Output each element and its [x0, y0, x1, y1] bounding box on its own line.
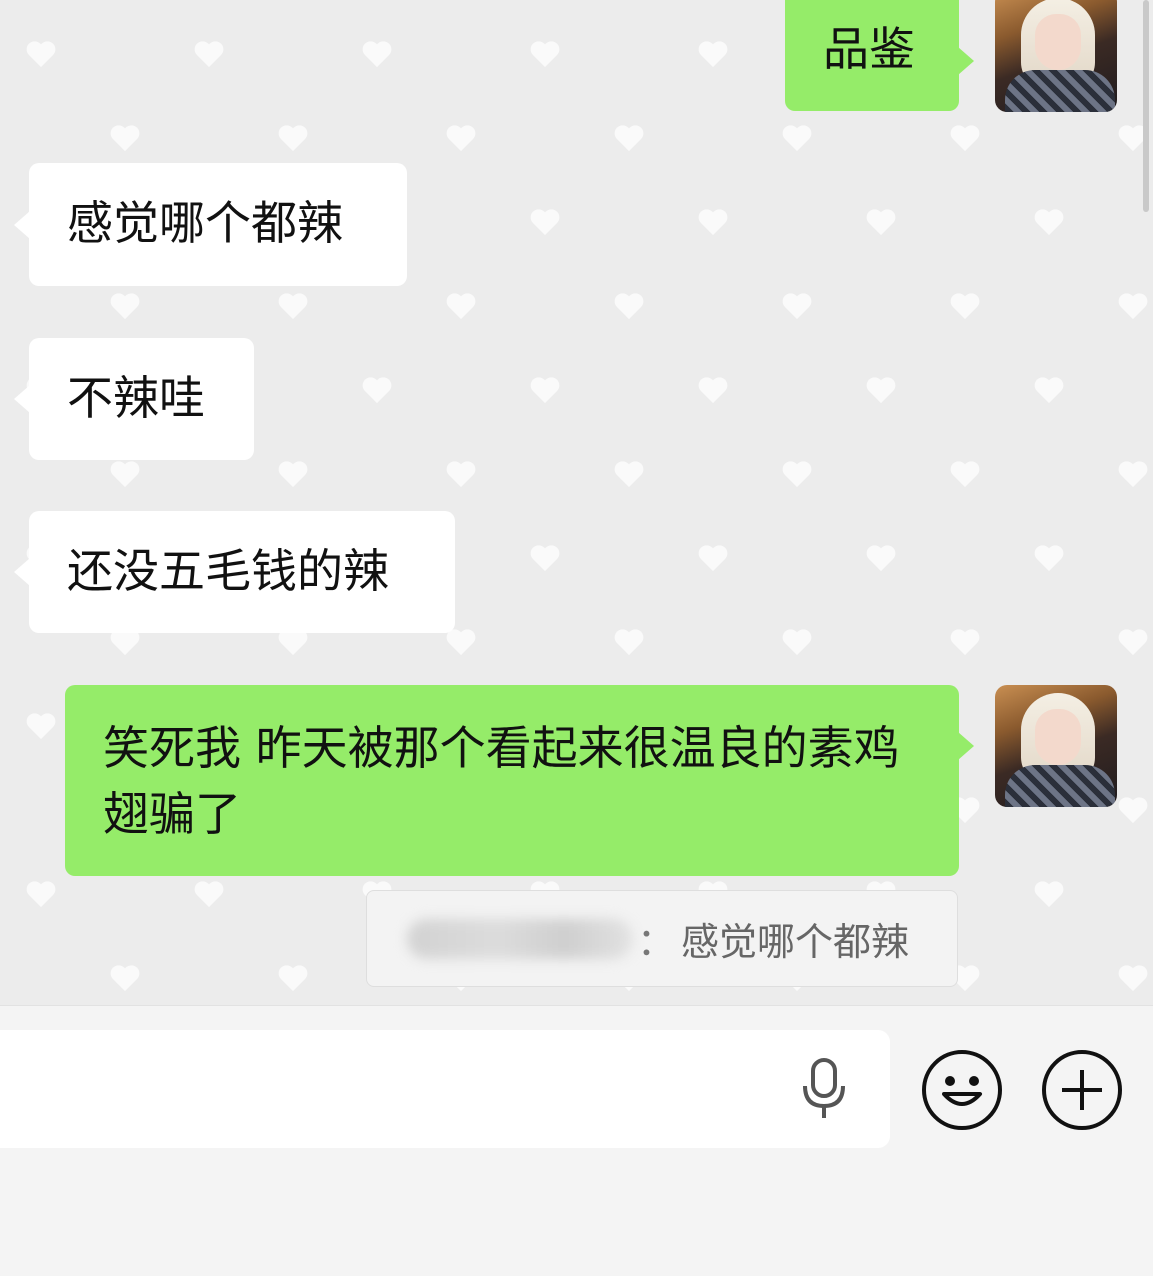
plus-icon	[1062, 1070, 1102, 1110]
heart-pattern	[278, 294, 308, 320]
heart-pattern	[1034, 882, 1064, 908]
heart-pattern	[26, 714, 56, 740]
heart-pattern	[278, 462, 308, 488]
heart-pattern	[698, 546, 728, 572]
heart-pattern	[1118, 462, 1148, 488]
heart-pattern	[782, 126, 812, 152]
heart-pattern	[110, 294, 140, 320]
heart-pattern	[698, 378, 728, 404]
heart-pattern	[110, 462, 140, 488]
heart-pattern	[1034, 378, 1064, 404]
quote-separator: ：	[637, 920, 676, 964]
heart-pattern	[110, 966, 140, 992]
heart-pattern	[614, 126, 644, 152]
heart-pattern	[614, 294, 644, 320]
message-bubble-sent[interactable]: 品鉴	[785, 0, 974, 111]
message-text: 感觉哪个都辣	[67, 196, 343, 250]
heart-pattern	[110, 126, 140, 152]
heart-pattern	[1118, 966, 1148, 992]
quoted-message[interactable]: ： 感觉哪个都辣	[366, 890, 958, 987]
heart-pattern	[194, 42, 224, 68]
heart-pattern	[698, 210, 728, 236]
heart-pattern	[866, 378, 896, 404]
heart-pattern	[278, 630, 308, 656]
heart-pattern	[530, 546, 560, 572]
blurred-sender-name	[407, 918, 633, 959]
heart-pattern	[782, 630, 812, 656]
message-text: 还没五毛钱的辣	[67, 544, 389, 598]
message-text: 品鉴	[823, 22, 915, 76]
message-bubble-sent[interactable]: 笑死我 昨天被那个看起来很温良的素鸡翅骗了	[65, 685, 974, 876]
heart-pattern	[26, 882, 56, 908]
heart-pattern	[278, 126, 308, 152]
heart-pattern	[530, 378, 560, 404]
heart-pattern	[614, 630, 644, 656]
heart-pattern	[950, 294, 980, 320]
heart-pattern	[866, 210, 896, 236]
heart-pattern	[446, 126, 476, 152]
heart-pattern	[362, 42, 392, 68]
heart-pattern	[446, 630, 476, 656]
emoji-button[interactable]	[922, 1050, 1002, 1130]
heart-pattern	[362, 378, 392, 404]
more-button[interactable]	[1042, 1050, 1122, 1130]
message-bubble-received[interactable]: 不辣哇	[14, 338, 254, 460]
message-input[interactable]	[0, 1030, 890, 1148]
heart-pattern	[446, 462, 476, 488]
heart-pattern	[782, 294, 812, 320]
scrollbar[interactable]	[1143, 0, 1149, 212]
heart-pattern	[530, 210, 560, 236]
message-bubble-received[interactable]: 感觉哪个都辣	[14, 163, 407, 286]
avatar[interactable]	[995, 685, 1117, 807]
message-bubble-received[interactable]: 还没五毛钱的辣	[14, 511, 455, 633]
heart-pattern	[782, 462, 812, 488]
heart-pattern	[698, 42, 728, 68]
heart-pattern	[1034, 546, 1064, 572]
quote-text: 感觉哪个都辣	[681, 920, 910, 964]
avatar[interactable]	[995, 0, 1117, 112]
message-text: 笑死我 昨天被那个看起来很温良的素鸡翅骗了	[103, 721, 900, 841]
heart-pattern	[1118, 798, 1148, 824]
heart-pattern	[530, 42, 560, 68]
heart-pattern	[1034, 210, 1064, 236]
heart-pattern	[950, 126, 980, 152]
microphone-icon[interactable]	[800, 1058, 848, 1120]
heart-pattern	[26, 42, 56, 68]
heart-pattern	[950, 630, 980, 656]
heart-pattern	[446, 294, 476, 320]
heart-pattern	[1118, 630, 1148, 656]
heart-pattern	[110, 630, 140, 656]
message-text: 不辣哇	[67, 371, 205, 425]
heart-pattern	[278, 966, 308, 992]
smiley-icon	[942, 1076, 982, 1106]
heart-pattern	[614, 462, 644, 488]
heart-pattern	[194, 882, 224, 908]
heart-pattern	[950, 462, 980, 488]
heart-pattern	[1118, 294, 1148, 320]
heart-pattern	[866, 546, 896, 572]
